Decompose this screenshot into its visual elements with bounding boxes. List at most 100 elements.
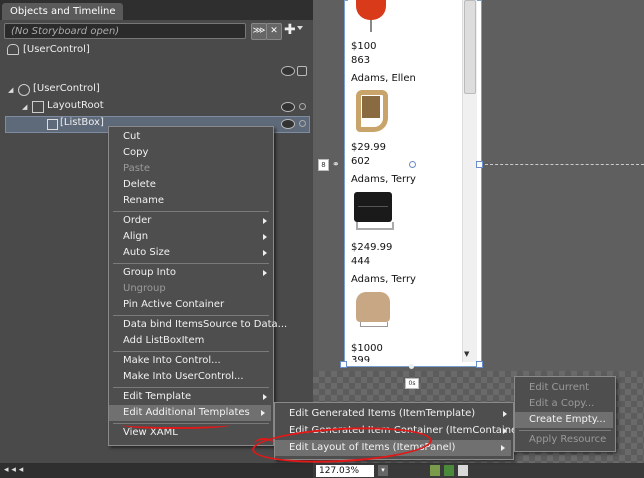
menu-item-label: Edit Template (123, 391, 192, 402)
item-price: $29.99 (351, 142, 386, 153)
menu-item-add-listboxitem[interactable]: Add ListBoxItem (109, 333, 204, 349)
expand-triangle-icon[interactable]: ◢ (22, 103, 27, 111)
menu-item-copy[interactable]: Copy (109, 145, 148, 161)
tree-item-listbox[interactable]: [ListBox] (60, 117, 104, 128)
menu-separator (113, 351, 269, 352)
menu-item-label: Order (123, 215, 152, 226)
menu-item-make-into-usercontrol[interactable]: Make Into UserControl... (109, 369, 244, 385)
chair-image (356, 222, 394, 230)
item-stock: 863 (351, 55, 371, 66)
menu-item-label: Edit Generated Items (ItemTemplate) (289, 408, 476, 419)
menu-item-cut[interactable]: Cut (109, 129, 140, 145)
menu-item-order[interactable]: Order (109, 213, 273, 229)
storyboard-options-button[interactable]: ⋙ (251, 23, 267, 40)
item-price: $100 (351, 41, 377, 52)
user-control-icon (18, 84, 30, 96)
chair-image (362, 96, 380, 118)
close-storyboard-button[interactable]: ✕ (266, 23, 282, 40)
grid-icon (32, 101, 44, 113)
annotation-icon[interactable] (458, 465, 468, 476)
menu-item-data-bind[interactable]: Data bind ItemsSource to Data... (109, 317, 287, 333)
eye-icon[interactable] (281, 66, 295, 76)
storyboard-picker[interactable]: (No Storyboard open) (4, 23, 246, 39)
menu-item-paste[interactable]: Paste (109, 161, 150, 177)
user-control-scope-icon (7, 44, 19, 55)
scrollbar-thumb[interactable] (464, 0, 476, 94)
submenu-arrow-icon (261, 410, 265, 416)
toggle-grid-icon[interactable] (430, 465, 440, 476)
menu-item-align[interactable]: Align (109, 229, 273, 245)
menu-separator (113, 211, 269, 212)
menu-item-rename[interactable]: Rename (109, 193, 164, 209)
red-annotation-underline (122, 421, 230, 429)
menu-item-apply-resource[interactable]: Apply Resource (515, 432, 606, 448)
submenu-arrow-icon (263, 270, 267, 276)
expand-triangle-icon[interactable]: ◢ (8, 86, 13, 94)
menu-item-group-into[interactable]: Group Into (109, 265, 273, 281)
menu-item-pin-active-container[interactable]: Pin Active Container (109, 297, 224, 313)
eye-icon[interactable] (281, 119, 295, 129)
template-actions-submenu: Edit Current Edit a Copy... Create Empty… (514, 376, 616, 452)
menu-separator (113, 263, 269, 264)
submenu-arrow-icon (503, 428, 507, 434)
menu-item-edit-template[interactable]: Edit Template (109, 389, 273, 405)
item-name: Adams, Terry (351, 174, 416, 185)
menu-separator (519, 430, 611, 431)
menu-item-delete[interactable]: Delete (109, 177, 156, 193)
bottom-margin-badge: 0s (405, 378, 419, 389)
zoom-dropdown-icon[interactable]: ▾ (378, 465, 388, 476)
menu-item-ungroup[interactable]: Ungroup (109, 281, 166, 297)
snap-icon[interactable] (444, 465, 454, 476)
menu-separator (113, 315, 269, 316)
lock-dot-icon[interactable] (299, 120, 306, 127)
panel-tab[interactable]: Objects and Timeline (2, 3, 124, 20)
menu-item-auto-size[interactable]: Auto Size (109, 245, 273, 261)
item-stock: 399 (351, 356, 371, 362)
menu-item-label: Auto Size (123, 247, 170, 258)
item-stock-clip: 399 (349, 356, 461, 362)
resize-handle[interactable] (476, 361, 483, 368)
chevron-down-icon[interactable] (297, 26, 303, 30)
menu-item-create-empty[interactable]: Create Empty... (515, 412, 613, 428)
submenu-arrow-icon (501, 445, 505, 451)
timeline-nav-icon[interactable]: ◂ ◂ ◂ (4, 465, 23, 475)
chair-image (358, 196, 388, 207)
eye-icon[interactable] (281, 102, 295, 112)
red-annotation-stroke (254, 438, 274, 450)
tree-item-usercontrol[interactable]: [UserControl] (33, 83, 100, 94)
anchor-icon[interactable] (409, 364, 414, 369)
timeline-bottom-bar: ◂ ◂ ◂ (0, 463, 313, 478)
submenu-arrow-icon (263, 218, 267, 224)
menu-item-label: Align (123, 231, 149, 242)
submenu-arrow-icon (263, 250, 267, 256)
menu-item-edit-current[interactable]: Edit Current (515, 380, 589, 396)
listbox-icon (47, 119, 58, 130)
margin-badge: 8 (318, 159, 329, 171)
item-name: Adams, Terry (351, 274, 416, 285)
lock-dot-icon[interactable] (299, 103, 306, 110)
menu-item-make-into-control[interactable]: Make Into Control... (109, 353, 221, 369)
chair-image (356, 292, 390, 322)
tree-item-layoutroot[interactable]: LayoutRoot (47, 100, 104, 111)
resize-handle[interactable] (340, 361, 347, 368)
scroll-down-arrow-icon[interactable]: ▼ (464, 350, 469, 358)
guide-line (480, 164, 644, 165)
menu-item-edit-additional-templates[interactable]: Edit Additional Templates (109, 405, 271, 421)
link-icon[interactable]: ⚭ (332, 160, 340, 170)
item-stock: 602 (351, 156, 371, 167)
chair-image (370, 20, 372, 32)
lock-icon[interactable] (297, 66, 307, 76)
item-price: $1000 (351, 343, 383, 354)
resize-handle[interactable] (476, 161, 483, 168)
zoom-field[interactable]: 127.03% (316, 465, 374, 477)
menu-item-edit-a-copy[interactable]: Edit a Copy... (515, 396, 594, 412)
menu-item-label: Edit Additional Templates (123, 407, 250, 418)
resize-handle[interactable] (409, 161, 416, 168)
add-storyboard-icon[interactable]: ✚ (284, 22, 296, 38)
chair-image (360, 322, 388, 327)
submenu-item-item-template[interactable]: Edit Generated Items (ItemTemplate) (275, 406, 513, 422)
root-scope-label: [UserControl] (23, 44, 90, 55)
menu-item-label: Group Into (123, 267, 176, 278)
submenu-arrow-icon (263, 234, 267, 240)
submenu-arrow-icon (503, 411, 507, 417)
